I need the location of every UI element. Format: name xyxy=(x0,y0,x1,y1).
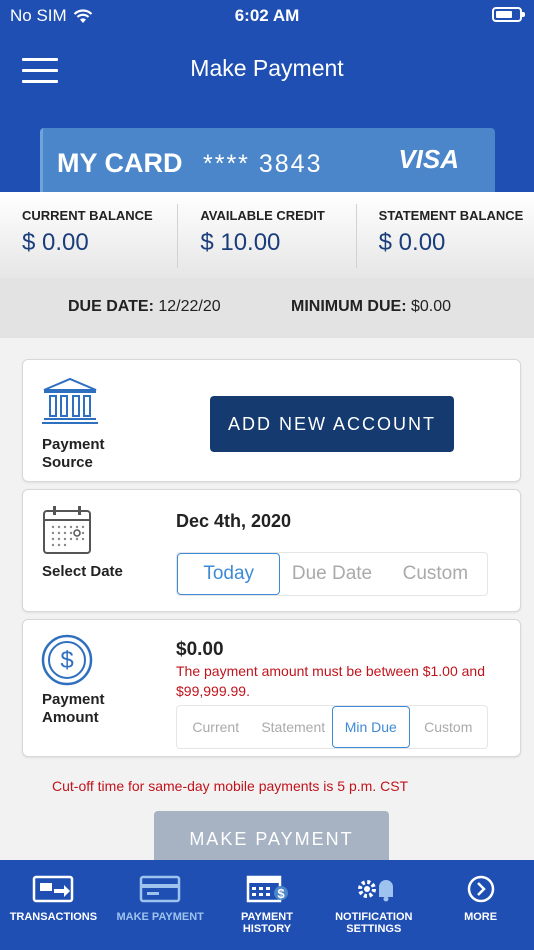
due-date-value: 12/22/20 xyxy=(158,298,221,315)
payment-amount-value: $0.00 xyxy=(176,639,224,660)
balance-value: $ 0.00 xyxy=(378,229,446,256)
due-date: DUE DATE: 12/22/20 xyxy=(68,298,221,316)
bank-icon xyxy=(42,377,98,424)
label-line: Payment xyxy=(42,436,105,453)
calendar-dollar-icon: $ xyxy=(246,875,288,903)
select-date-panel: Select Date Dec 4th, 2020 Today Due Date… xyxy=(22,489,521,612)
tab-bar: TRANSACTIONS MAKE PAYMENT $ PAYMENT HIST… xyxy=(0,860,534,950)
label-line: Payment xyxy=(42,691,105,708)
tab-label: NOTIFICATION xyxy=(335,911,413,923)
amount-option-current[interactable]: Current xyxy=(177,706,255,748)
payment-amount-panel: $ Payment Amount $0.00 The payment amoun… xyxy=(22,619,521,757)
date-option-due-date[interactable]: Due Date xyxy=(280,553,383,595)
dollar-circle-icon: $ xyxy=(41,634,93,686)
status-bar: No SIM 6:02 AM xyxy=(0,0,534,32)
amount-option-statement[interactable]: Statement xyxy=(255,706,333,748)
due-info-row: DUE DATE: 12/22/20 MINIMUM DUE: $0.00 xyxy=(0,278,534,338)
card-icon xyxy=(139,875,181,903)
minimum-due-value: $0.00 xyxy=(411,298,452,315)
current-balance: CURRENT BALANCE $ 0.00 xyxy=(0,204,179,268)
amount-option-selector: Current Statement Min Due Custom xyxy=(176,705,488,749)
tab-label: PAYMENT xyxy=(241,911,293,923)
gear-bell-icon xyxy=(357,880,393,902)
label-line: Source xyxy=(42,454,93,471)
tab-label: TRANSACTIONS xyxy=(9,911,98,923)
payment-amount-label: Payment Amount xyxy=(42,691,105,727)
balance-label: CURRENT BALANCE xyxy=(22,208,153,223)
page-title: Make Payment xyxy=(190,55,344,81)
battery-icon xyxy=(492,7,525,22)
payment-source-label: Payment Source xyxy=(42,436,105,472)
app-header: No SIM 6:02 AM Make Payment MY CARD ****… xyxy=(0,0,534,192)
card-number: **** 3843 xyxy=(203,150,323,178)
tab-label: MAKE PAYMENT xyxy=(116,911,204,923)
selected-date: Dec 4th, 2020 xyxy=(176,511,292,531)
card-summary[interactable]: MY CARD **** 3843 VISA xyxy=(40,128,495,192)
tab-label: MORE xyxy=(464,911,498,923)
date-option-selector: Today Due Date Custom xyxy=(176,552,488,596)
date-option-today[interactable]: Today xyxy=(177,553,281,595)
svg-text:$: $ xyxy=(277,886,285,901)
tab-more[interactable]: MORE xyxy=(427,860,534,950)
tab-payment-history[interactable]: $ PAYMENT HISTORY xyxy=(214,860,321,950)
clock: 6:02 AM xyxy=(234,6,300,25)
add-new-account-button[interactable]: ADD NEW ACCOUNT xyxy=(210,396,454,452)
balance-value: $ 10.00 xyxy=(200,229,281,256)
chevron-right-circle-icon xyxy=(467,875,494,903)
visa-logo: VISA xyxy=(398,144,459,174)
available-credit: AVAILABLE CREDIT $ 10.00 xyxy=(178,204,357,268)
tab-notification-settings[interactable]: NOTIFICATION SETTINGS xyxy=(320,860,427,950)
calendar-icon xyxy=(43,506,91,554)
tab-label-line2: SETTINGS xyxy=(346,923,402,935)
minimum-due-label: MINIMUM DUE: xyxy=(291,298,407,315)
tab-make-payment[interactable]: MAKE PAYMENT xyxy=(107,860,214,950)
payment-source-panel: Payment Source ADD NEW ACCOUNT xyxy=(22,359,521,482)
minimum-due: MINIMUM DUE: $0.00 xyxy=(291,298,451,316)
card-name: MY CARD xyxy=(57,148,183,178)
make-payment-button[interactable]: MAKE PAYMENT xyxy=(154,811,389,867)
due-date-label: DUE DATE: xyxy=(68,298,154,315)
cutoff-notice: Cut-off time for same-day mobile payment… xyxy=(52,778,409,794)
amount-option-min-due[interactable]: Min Due xyxy=(332,706,410,748)
card-transfer-icon xyxy=(33,875,74,903)
label-line: Amount xyxy=(42,709,99,726)
tab-transactions[interactable]: TRANSACTIONS xyxy=(0,860,107,950)
balance-value: $ 0.00 xyxy=(22,229,89,256)
tab-label-line2: HISTORY xyxy=(242,923,292,935)
statement-balance: STATEMENT BALANCE $ 0.00 xyxy=(357,204,534,268)
date-option-custom[interactable]: Custom xyxy=(384,553,487,595)
amount-option-custom[interactable]: Custom xyxy=(410,706,488,748)
balance-label: AVAILABLE CREDIT xyxy=(200,208,325,223)
amount-error-message: The payment amount must be between $1.00… xyxy=(176,663,485,699)
balances-row: CURRENT BALANCE $ 0.00 AVAILABLE CREDIT … xyxy=(0,192,534,278)
select-date-label: Select Date xyxy=(42,563,123,580)
svg-text:$: $ xyxy=(60,647,73,674)
balance-label: STATEMENT BALANCE xyxy=(378,208,524,223)
